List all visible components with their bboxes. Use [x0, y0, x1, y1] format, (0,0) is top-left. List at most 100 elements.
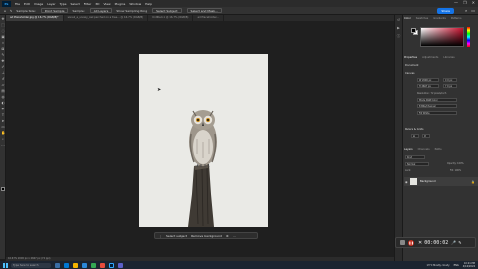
maximize-button[interactable]: ❐: [463, 0, 467, 5]
weather-text[interactable]: 13°C Mostly cloudy: [426, 264, 449, 267]
marquee-tool-icon[interactable]: ⬚: [1, 23, 5, 27]
mode-select[interactable]: Mode RGB Color: [417, 98, 457, 102]
hand-tool-icon[interactable]: ✋: [1, 131, 5, 135]
blend-mode-select[interactable]: Normal: [405, 162, 429, 166]
menu-select[interactable]: Select: [71, 2, 80, 6]
gradient-tool-icon[interactable]: ▤: [1, 89, 5, 93]
layer-kind-filter[interactable]: Kind: [405, 155, 425, 159]
clock[interactable]: 10:21 PM 4/16/2024: [463, 262, 475, 268]
canvas-area[interactable]: ➤ ⋮ Select subject Remove background ⚙ ⋯: [6, 21, 394, 257]
file-explorer-icon[interactable]: [73, 262, 78, 268]
width-field[interactable]: W 2000 px: [417, 78, 439, 82]
history-icon[interactable]: ↺: [396, 18, 401, 23]
object-select-tool-icon[interactable]: ▣: [1, 35, 5, 39]
sample-select[interactable]: All Layers: [89, 8, 113, 13]
more-options-icon[interactable]: ⋯: [233, 234, 236, 238]
drag-handle-icon[interactable]: ⋮: [159, 234, 162, 238]
taskbar-search-input[interactable]: Type here to search: [11, 262, 51, 268]
path-select-icon[interactable]: ➤: [1, 119, 5, 123]
hue-slider[interactable]: [467, 27, 470, 47]
history-brush-icon[interactable]: ↺: [1, 77, 5, 81]
eyedropper-icon[interactable]: ✎: [1, 53, 5, 57]
tab-layers[interactable]: Layers: [404, 148, 413, 153]
task-view-icon[interactable]: [55, 262, 60, 268]
more-tools-icon[interactable]: …: [1, 143, 5, 147]
settings-icon[interactable]: ⚙: [226, 234, 229, 238]
bit-depth-select[interactable]: 8 Bits/Channel: [417, 104, 457, 108]
dodge-tool-icon[interactable]: ◐: [1, 101, 5, 105]
brush-tool-icon[interactable]: ✐: [1, 65, 5, 69]
menu-image[interactable]: Image: [34, 2, 43, 6]
move-tool-icon[interactable]: ✥: [1, 17, 5, 21]
ruler-toggle[interactable]: ⊞: [411, 134, 419, 138]
eraser-tool-icon[interactable]: ▱: [1, 83, 5, 87]
tab-paths[interactable]: Paths: [435, 148, 442, 153]
workspace-icon[interactable]: ▭: [471, 8, 475, 13]
search-icon[interactable]: ⌕: [465, 8, 467, 13]
stop-button[interactable]: [400, 240, 405, 245]
eyedropper-tool-icon[interactable]: ✎: [10, 9, 13, 13]
tab-libraries[interactable]: Libraries: [443, 56, 454, 61]
menu-edit[interactable]: Edit: [24, 2, 30, 6]
menu-window[interactable]: Window: [129, 2, 141, 6]
y-field[interactable]: Y 0 px: [443, 84, 457, 88]
blur-tool-icon[interactable]: ◍: [1, 95, 5, 99]
frame-tool-icon[interactable]: ⊠: [1, 47, 5, 51]
share-button[interactable]: Share: [437, 8, 454, 14]
foreground-color-swatch[interactable]: [1, 187, 5, 191]
app-icon[interactable]: [100, 262, 105, 268]
tab-swatches[interactable]: Swatches: [416, 17, 428, 22]
clone-stamp-icon[interactable]: ⊥: [1, 71, 5, 75]
rectangle-tool-icon[interactable]: ▭: [1, 125, 5, 129]
crop-tool-icon[interactable]: ⌗: [1, 41, 5, 45]
mail-icon[interactable]: [82, 262, 87, 268]
height-field[interactable]: H 2667 px: [417, 84, 439, 88]
minimize-button[interactable]: —: [454, 0, 458, 5]
close-button[interactable]: ✕: [472, 0, 475, 5]
healing-brush-icon[interactable]: ✚: [1, 59, 5, 63]
edge-icon[interactable]: [64, 262, 69, 268]
sample-size-select[interactable]: Point Sample: [40, 8, 69, 13]
actions-icon[interactable]: ▶: [396, 26, 401, 31]
pen-tool-icon[interactable]: ✒: [1, 107, 5, 111]
cancel-recording-icon[interactable]: ✕: [418, 240, 422, 246]
visibility-eye-icon[interactable]: ◉: [405, 180, 408, 184]
fill-select[interactable]: Fill White: [417, 111, 457, 115]
show-sampling-ring-checkbox[interactable]: Show Sampling Ring: [116, 9, 147, 13]
menu-plugins[interactable]: Plugins: [115, 2, 126, 6]
x-field[interactable]: X 0 px: [443, 78, 457, 82]
menu-filter[interactable]: Filter: [84, 2, 91, 6]
select-subject-button[interactable]: Select Subject: [152, 8, 182, 13]
menu-3d[interactable]: 3D: [95, 2, 99, 6]
windows-start-icon[interactable]: [3, 262, 8, 268]
tab-patterns[interactable]: Patterns: [451, 17, 462, 22]
menu-type[interactable]: Type: [60, 2, 67, 6]
type-tool-icon[interactable]: T: [1, 113, 5, 117]
photoshop-taskbar-icon[interactable]: [109, 262, 114, 268]
tab-gradients[interactable]: Gradients: [433, 17, 446, 22]
remove-background-button[interactable]: Remove background: [191, 234, 222, 238]
document-canvas[interactable]: [139, 54, 268, 227]
select-subject-task-button[interactable]: Select subject: [166, 234, 187, 238]
opacity-field[interactable]: Opacity: 100%: [447, 162, 464, 165]
menu-help[interactable]: Help: [145, 2, 152, 6]
zoom-tool-icon[interactable]: ⌕: [1, 137, 5, 141]
lock-icon[interactable]: 🔒: [471, 180, 475, 184]
info-icon[interactable]: ⓘ: [396, 34, 401, 39]
color-picker-field[interactable]: [420, 27, 464, 47]
select-and-mask-button[interactable]: Select and Mask...: [186, 8, 222, 13]
teams-icon[interactable]: [118, 262, 123, 268]
chrome-icon[interactable]: [91, 262, 96, 268]
layer-row-background[interactable]: ◉ Background 🔒: [404, 177, 478, 186]
tab-color[interactable]: Color: [404, 17, 411, 22]
tab-properties[interactable]: Properties: [404, 56, 417, 61]
language-indicator[interactable]: ENG: [454, 264, 459, 267]
tab-adjustments[interactable]: Adjustments: [422, 56, 438, 61]
panel-foreground-swatch[interactable]: [411, 28, 416, 33]
menu-view[interactable]: View: [103, 2, 110, 6]
microphone-icon[interactable]: 🎤: [451, 240, 456, 245]
fill-field[interactable]: Fill: 100%: [450, 169, 461, 172]
grid-toggle[interactable]: #: [422, 134, 430, 138]
menu-file[interactable]: File: [15, 2, 20, 6]
menu-layer[interactable]: Layer: [47, 2, 55, 6]
